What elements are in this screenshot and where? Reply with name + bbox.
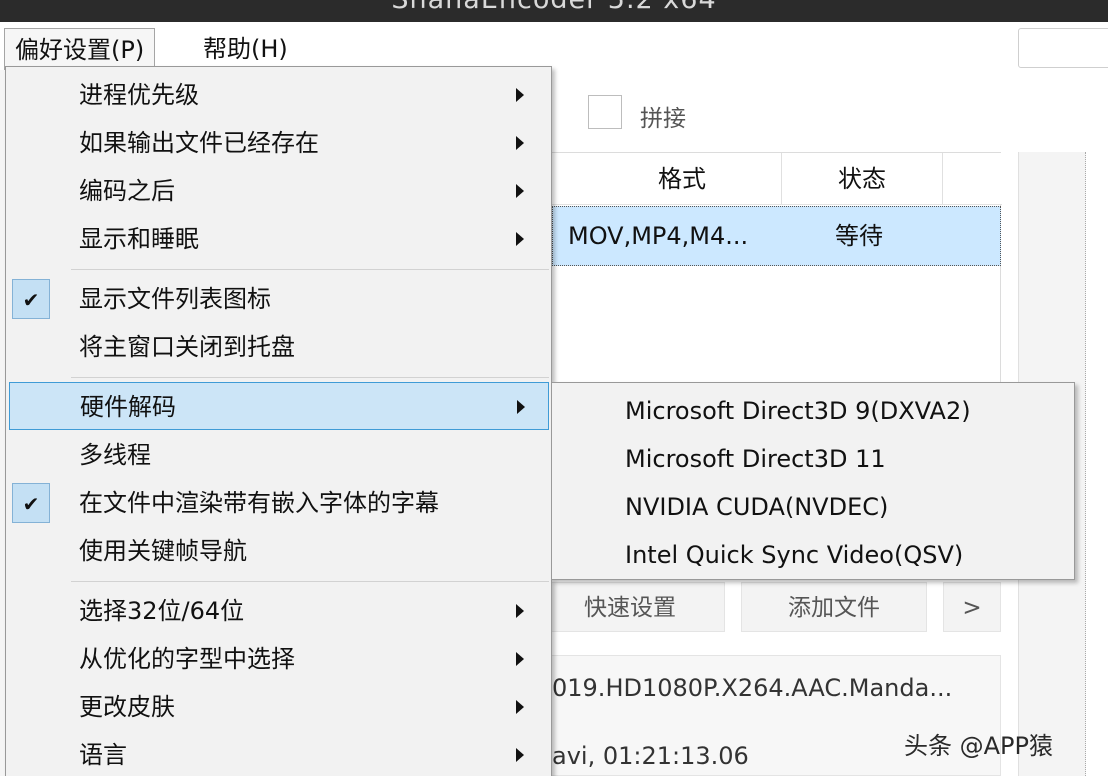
menu-separator xyxy=(71,377,549,378)
submenu-arrow-icon xyxy=(516,88,524,102)
row-format: MOV,MP4,M4... xyxy=(568,222,749,250)
submenu-arrow-icon xyxy=(516,136,524,150)
preferences-dropdown: 进程优先级 如果输出文件已经存在 编码之后 显示和睡眠 ✔ 显示文件列表图标 将… xyxy=(5,66,552,776)
menu-item-label: 进程优先级 xyxy=(79,81,199,109)
submenu-arrow-icon xyxy=(517,400,525,414)
splice-label: 拼接 xyxy=(640,106,686,132)
menu-item-label: 多线程 xyxy=(79,441,151,469)
menu-item-multithreading[interactable]: 多线程 xyxy=(6,431,551,479)
submenu-item-label: Microsoft Direct3D 11 xyxy=(625,445,886,473)
submenu-arrow-icon xyxy=(516,604,524,618)
hardware-decoding-submenu: Microsoft Direct3D 9(DXVA2) Microsoft Di… xyxy=(551,382,1075,580)
submenu-arrow-icon xyxy=(516,184,524,198)
menu-item-show-file-list-icons[interactable]: ✔ 显示文件列表图标 xyxy=(6,275,551,323)
menu-item-optimized-fonts[interactable]: 从优化的字型中选择 xyxy=(6,635,551,683)
title-bar: ShanaEncoder 5.2 x64 xyxy=(0,0,1108,22)
menu-bar: 偏好设置(P) 帮助(H) xyxy=(0,22,1108,70)
submenu-item-label: Intel Quick Sync Video(QSV) xyxy=(625,541,964,569)
menu-item-display-and-sleep[interactable]: 显示和睡眠 xyxy=(6,215,551,263)
file-list-header: 格式 状态 xyxy=(552,153,1002,205)
menu-separator xyxy=(71,269,549,270)
add-file-button[interactable]: 添加文件 xyxy=(741,582,927,632)
column-header-status[interactable]: 状态 xyxy=(782,153,942,205)
row-status: 等待 xyxy=(835,222,883,250)
splice-checkbox[interactable] xyxy=(588,95,622,129)
submenu-arrow-icon xyxy=(516,652,524,666)
menu-item-label: 更改皮肤 xyxy=(79,693,175,721)
submenu-item-direct3d-9[interactable]: Microsoft Direct3D 9(DXVA2) xyxy=(552,387,1074,435)
submenu-arrow-icon xyxy=(516,700,524,714)
menu-item-select-32-64-bit[interactable]: 选择32位/64位 xyxy=(6,587,551,635)
menu-item-hardware-decoding[interactable]: 硬件解码 xyxy=(9,382,549,430)
checkmark-icon: ✔ xyxy=(12,483,50,523)
menu-item-label: 选择32位/64位 xyxy=(79,597,245,625)
submenu-item-direct3d-11[interactable]: Microsoft Direct3D 11 xyxy=(552,435,1074,483)
menu-item-label: 硬件解码 xyxy=(80,393,176,421)
submenu-item-label: NVIDIA CUDA(NVDEC) xyxy=(625,493,889,521)
search-input[interactable] xyxy=(1018,28,1108,68)
menu-item-after-encoding[interactable]: 编码之后 xyxy=(6,167,551,215)
checkmark-icon: ✔ xyxy=(12,279,50,319)
menu-separator xyxy=(71,581,549,582)
column-header-format[interactable]: 格式 xyxy=(582,153,782,205)
menu-item-if-output-exists[interactable]: 如果输出文件已经存在 xyxy=(6,119,551,167)
menu-item-label: 语言 xyxy=(79,741,127,769)
file-info-name: 019.HD1080P.X264.AAC.Manda... xyxy=(552,674,953,702)
watermark: 头条 @APP猿 xyxy=(904,732,1053,760)
submenu-item-intel-qsv[interactable]: Intel Quick Sync Video(QSV) xyxy=(552,531,1074,579)
submenu-arrow-icon xyxy=(516,232,524,246)
menu-item-render-embedded-subtitles[interactable]: ✔ 在文件中渲染带有嵌入字体的字幕 xyxy=(6,479,551,527)
submenu-arrow-icon xyxy=(516,748,524,762)
menu-item-change-skin[interactable]: 更改皮肤 xyxy=(6,683,551,731)
menu-item-label: 显示和睡眠 xyxy=(79,225,199,253)
file-info-duration: avi, 01:21:13.06 xyxy=(552,742,749,770)
menu-item-label: 使用关键帧导航 xyxy=(79,537,247,565)
menu-item-label: 从优化的字型中选择 xyxy=(79,645,295,673)
menu-item-keyframe-navigation[interactable]: 使用关键帧导航 xyxy=(6,527,551,575)
submenu-item-label: Microsoft Direct3D 9(DXVA2) xyxy=(625,397,971,425)
menu-item-label: 编码之后 xyxy=(79,177,175,205)
menu-item-label: 在文件中渲染带有嵌入字体的字幕 xyxy=(79,489,439,517)
menu-help[interactable]: 帮助(H) xyxy=(193,28,298,70)
submenu-item-nvidia-cuda[interactable]: NVIDIA CUDA(NVDEC) xyxy=(552,483,1074,531)
menu-item-language[interactable]: 语言 xyxy=(6,731,551,776)
table-row[interactable]: MOV,MP4,M4... 等待 xyxy=(552,206,1001,266)
menu-item-label: 将主窗口关闭到托盘 xyxy=(79,333,295,361)
file-list[interactable]: 格式 状态 MOV,MP4,M4... 等待 xyxy=(551,152,1002,384)
menu-preferences[interactable]: 偏好设置(P) xyxy=(4,28,156,70)
menu-item-close-to-tray[interactable]: 将主窗口关闭到托盘 xyxy=(6,323,551,371)
column-divider[interactable] xyxy=(942,153,943,205)
more-button[interactable]: > xyxy=(943,582,1001,632)
menu-item-process-priority[interactable]: 进程优先级 xyxy=(6,71,551,119)
window-title: ShanaEncoder 5.2 x64 xyxy=(0,0,1108,15)
menu-item-label: 如果输出文件已经存在 xyxy=(79,129,319,157)
menu-item-label: 显示文件列表图标 xyxy=(79,285,271,313)
quick-settings-button[interactable]: 快速设置 xyxy=(535,582,725,632)
